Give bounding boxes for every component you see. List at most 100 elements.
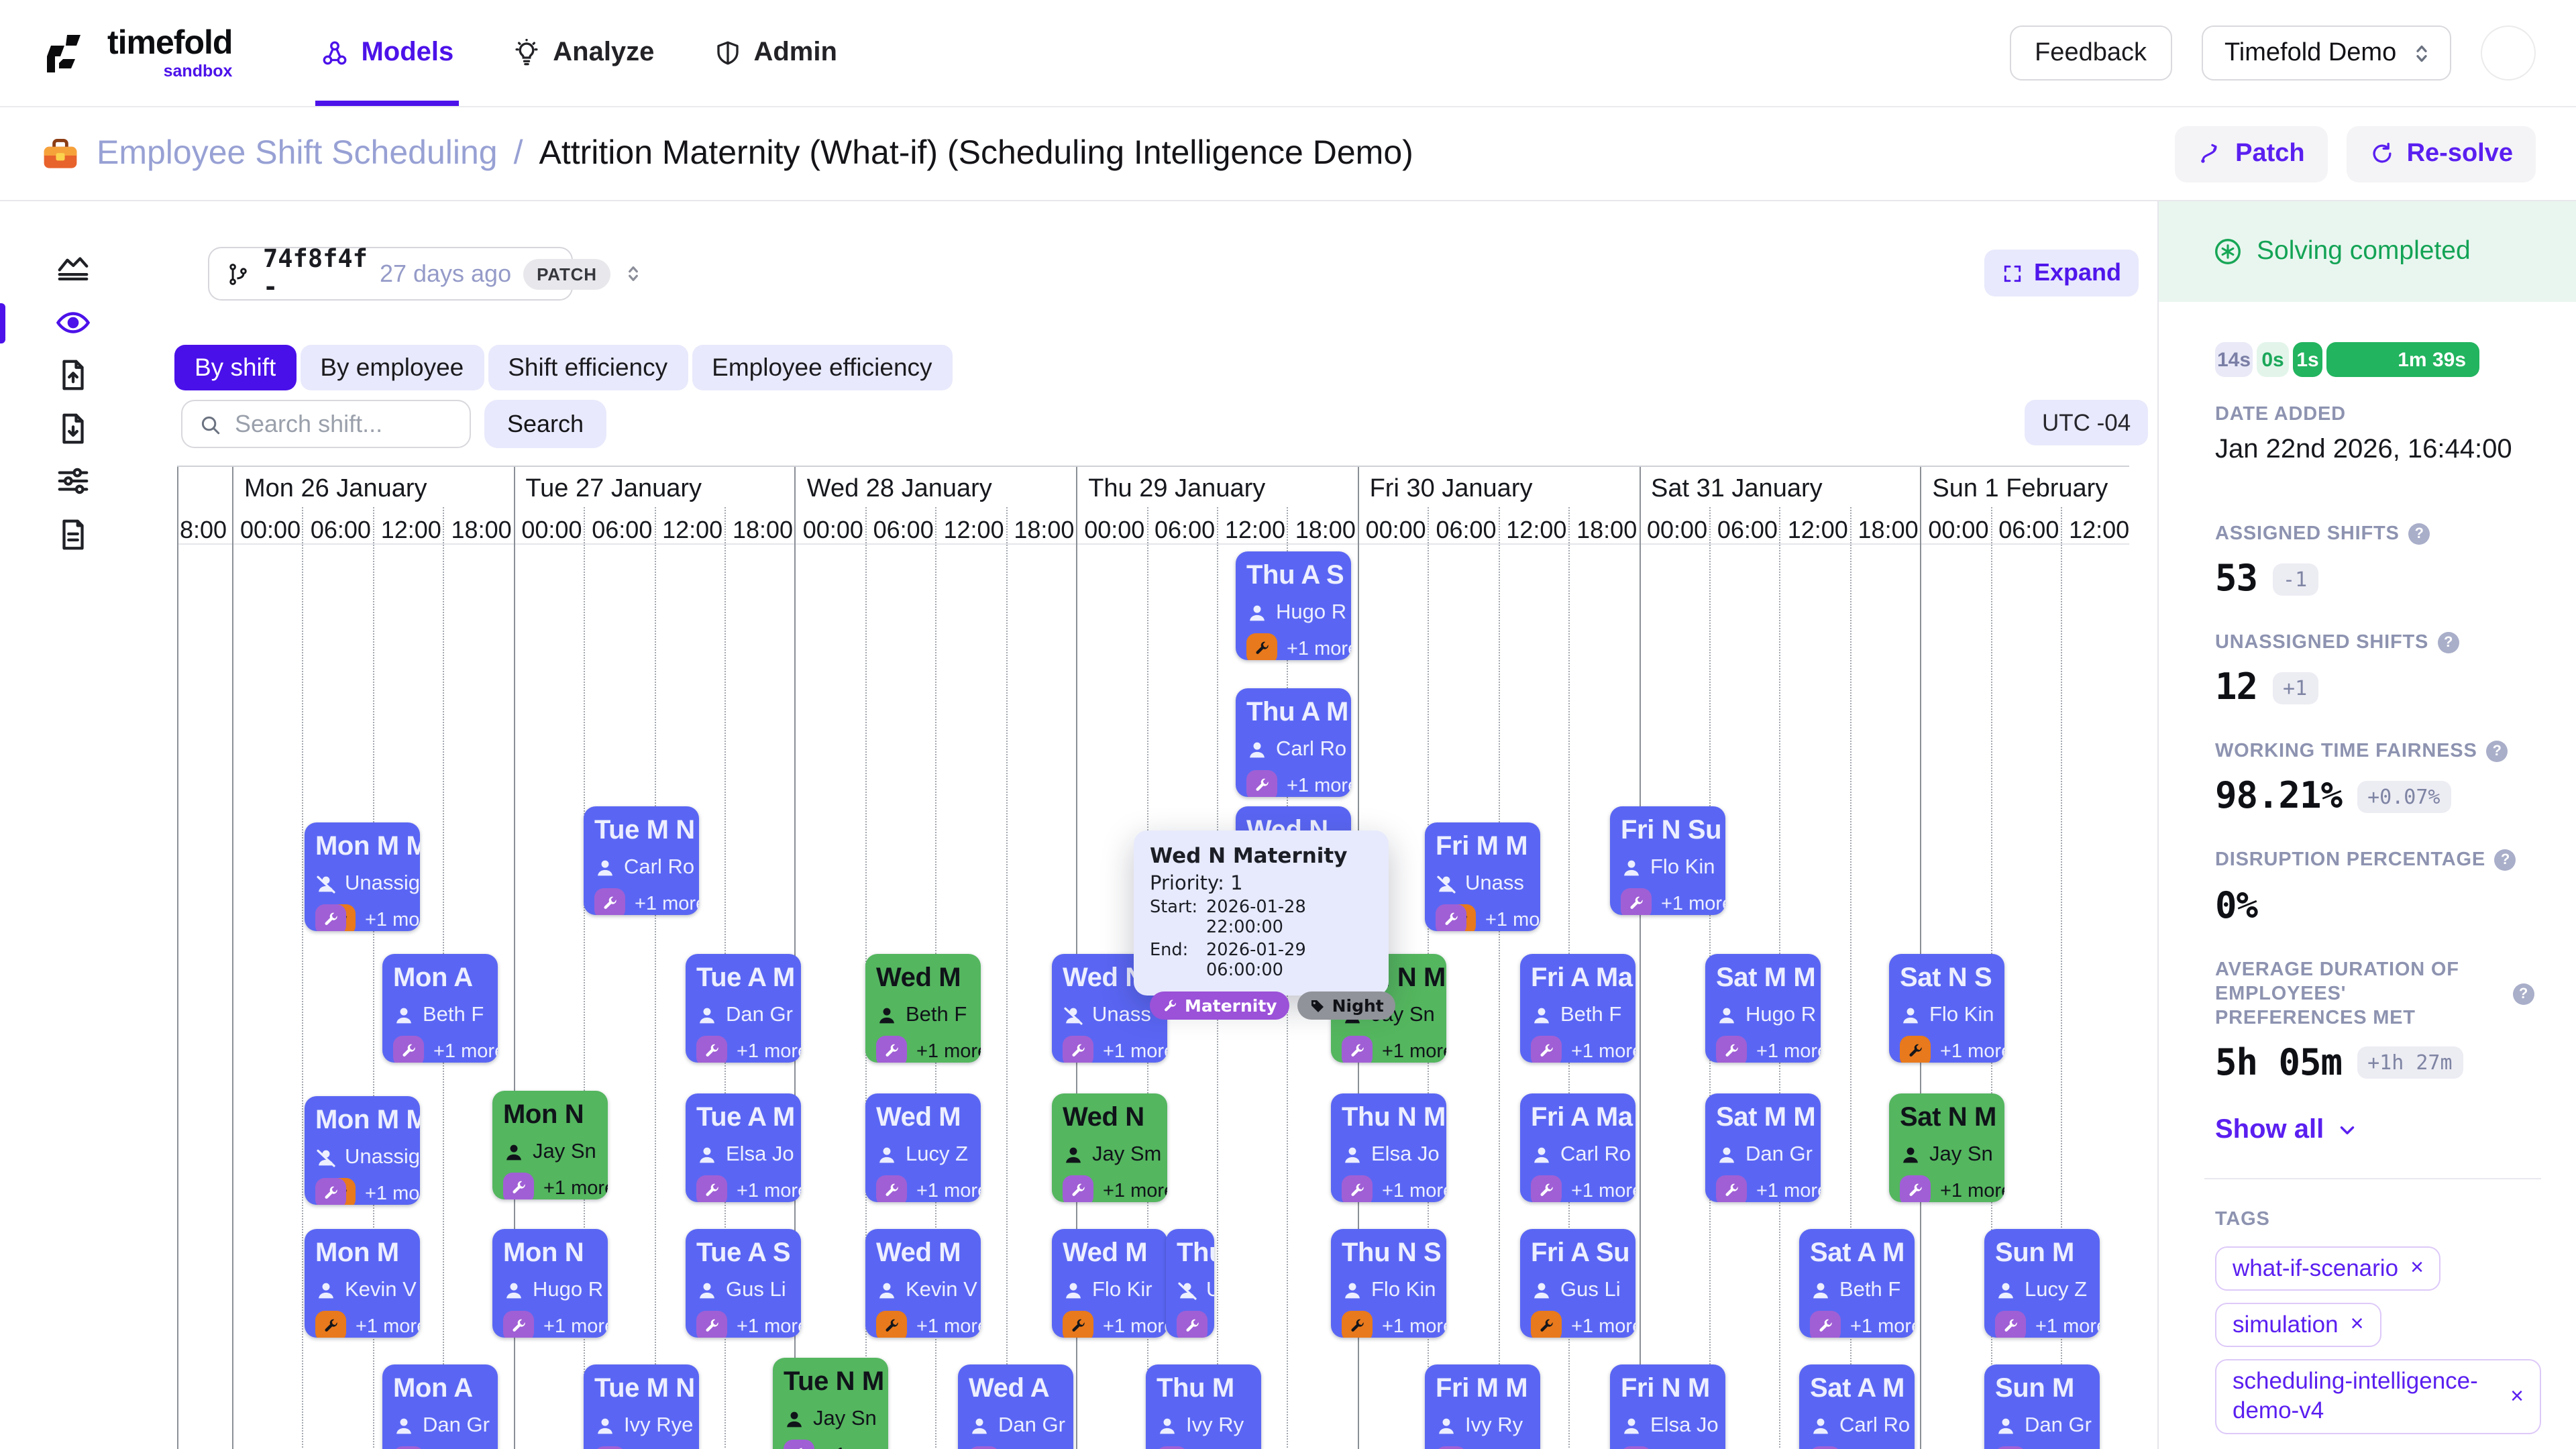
shift-card[interactable]: ThuU+ (1166, 1229, 1214, 1338)
shift-card[interactable]: Mon ADan Gr+1 more (382, 1364, 498, 1449)
shift-card[interactable]: Fri M MUnass+1 more (1425, 822, 1540, 931)
help-icon[interactable]: ? (2409, 523, 2430, 545)
shift-card[interactable]: Tue A MDan Gr+1 more (686, 954, 801, 1063)
shift-card[interactable]: Thu N SFlo Kin+1 more (1331, 1229, 1446, 1338)
tag-remove-icon[interactable]: × (2351, 1311, 2364, 1338)
tag-remove-icon[interactable]: × (2410, 1255, 2424, 1282)
shift-card[interactable]: Sat M MDan Gr+1 more (1705, 1093, 1821, 1202)
shift-assignee: Flo Kin (1900, 1004, 1994, 1028)
help-icon[interactable]: ? (2495, 850, 2516, 871)
shift-badges: +1 more (969, 1446, 1063, 1449)
shift-card[interactable]: Sat A MBeth F+1 more (1799, 1229, 1915, 1338)
shift-tag-badge-purple (594, 888, 625, 915)
tag-remove-icon[interactable]: × (2510, 1383, 2524, 1410)
shift-card[interactable]: Mon M MUnassig+1 more (305, 1096, 420, 1205)
shift-title: Fri N Su (1621, 816, 1715, 847)
shift-card[interactable]: Tue M NCarl Ro+1 more (584, 806, 699, 915)
shift-card[interactable]: Fri N SuFlo Kin+1 more (1610, 806, 1725, 915)
shift-card[interactable]: Tue N MJay Sn+1 more (773, 1358, 888, 1449)
shift-card[interactable]: Wed MKevin V+1 more (865, 1229, 981, 1338)
search-input[interactable] (181, 400, 471, 448)
shift-card[interactable]: Fri N MElsa Jo+1 more (1610, 1364, 1725, 1449)
tag-pill[interactable]: scheduling-intelligence-demo-v4× (2215, 1359, 2541, 1434)
tab-by-employee[interactable]: By employee (300, 345, 484, 390)
shift-card[interactable]: Mon ABeth F+1 more (382, 954, 498, 1063)
add-tag-button[interactable]: + (2215, 1439, 2541, 1449)
shift-card[interactable]: Tue A SGus Li+1 more (686, 1229, 801, 1338)
day-label: Thu 29 January (1088, 475, 1265, 504)
shift-badges: +1 more (784, 1440, 877, 1449)
shift-card[interactable]: Fri M MIvy Ry+1 more (1425, 1364, 1540, 1449)
shift-tag-badge-purple (393, 1036, 424, 1063)
shift-card[interactable]: Wed NJay Sm+1 more (1052, 1093, 1167, 1202)
shift-card[interactable]: Wed MBeth F+1 more (865, 954, 981, 1063)
shift-card[interactable]: Wed ADan Gr+1 more (958, 1364, 1073, 1449)
patch-button[interactable]: Patch (2175, 125, 2328, 182)
tab-by-shift[interactable]: By shift (174, 345, 296, 390)
shift-badges: +1 more (696, 1311, 790, 1338)
shift-card[interactable]: Fri A MaBeth F+1 more (1520, 954, 1635, 1063)
breadcrumb-model-link[interactable]: Employee Shift Scheduling (97, 134, 498, 173)
shift-card[interactable]: Sat A MCarl Ro+1 more (1799, 1364, 1915, 1449)
search-field[interactable] (232, 409, 452, 439)
timefold-logo[interactable]: timefold sandbox (40, 26, 232, 80)
shift-card[interactable]: Mon NJay Sn+1 more (492, 1091, 608, 1199)
sidebar-item-chart-icon[interactable] (55, 250, 93, 287)
shift-card[interactable]: Sun MLucy Z+1 more (1984, 1229, 2100, 1338)
shift-card[interactable]: Wed MLucy Z+1 more (865, 1093, 981, 1202)
shift-title: Mon M M (315, 832, 409, 863)
shift-card[interactable]: Thu A MCarl Ro+1 more (1236, 688, 1351, 797)
shift-card[interactable]: Mon M MUnassig+1 more (305, 822, 420, 931)
sidebar-item-file-up-icon[interactable] (55, 357, 93, 394)
shift-assignee-name: Jay Sn (813, 1407, 877, 1432)
person-icon (1810, 1280, 1831, 1301)
nav-item-models[interactable]: Models (321, 0, 453, 106)
tab-employee-efficiency[interactable]: Employee efficiency (692, 345, 952, 390)
search-button[interactable]: Search (484, 400, 606, 448)
resolve-button[interactable]: Re-solve (2347, 125, 2536, 182)
avatar[interactable] (2481, 25, 2536, 80)
timezone-badge[interactable]: UTC -04 (2025, 400, 2148, 445)
shift-card[interactable]: Sat N SFlo Kin+1 more (1889, 954, 2004, 1063)
tag-pill[interactable]: simulation× (2215, 1303, 2381, 1347)
shift-card[interactable]: Thu MIvy Ry+1 more (1146, 1364, 1261, 1449)
shift-card[interactable]: Sun MDan Gr+1 more (1984, 1364, 2100, 1449)
shift-card[interactable]: Tue A MElsa Jo+1 more (686, 1093, 801, 1202)
tag-pill[interactable]: what-if-scenario× (2215, 1246, 2441, 1291)
shift-badges: +1 more (1900, 1175, 1994, 1202)
sidebar-item-file-down-icon[interactable] (55, 411, 93, 448)
tab-shift-efficiency[interactable]: Shift efficiency (488, 345, 688, 390)
version-age: 27 days ago (380, 260, 511, 288)
shift-card[interactable]: Mon MKevin V+1 more (305, 1229, 420, 1338)
shift-card[interactable]: Wed MFlo Kir+1 more (1052, 1229, 1167, 1338)
wrench-icon (1907, 1182, 1924, 1199)
tooltip-priority: Priority: 1 (1150, 873, 1373, 895)
hour-label: 00:00 (1366, 517, 1426, 545)
expand-button[interactable]: Expand (1984, 250, 2139, 297)
hour-label: 00:00 (1084, 517, 1144, 545)
shift-card[interactable]: Tue M NIvy Rye+1 more (584, 1364, 699, 1449)
shift-card[interactable]: Mon NHugo R+1 more (492, 1229, 608, 1338)
nav-item-analyze[interactable]: Analyze (513, 0, 654, 106)
shift-card[interactable]: Thu A SHugo R+1 more (1236, 551, 1351, 660)
nav-item-admin[interactable]: Admin (713, 0, 837, 106)
shift-card[interactable]: Fri A SuGus Li+1 more (1520, 1229, 1635, 1338)
feedback-button[interactable]: Feedback (2009, 25, 2172, 80)
workspace-select[interactable]: Timefold Demo (San (2202, 25, 2451, 80)
shift-assignee: Elsa Jo (1342, 1143, 1436, 1167)
sidebar-item-sliders-icon[interactable] (55, 463, 93, 500)
shift-card[interactable]: Fri A MaCarl Ro+1 more (1520, 1093, 1635, 1202)
version-select[interactable]: 74f8f4f - 27 days ago PATCH (208, 247, 573, 301)
shift-assignee: Unass (1436, 872, 1529, 896)
help-icon[interactable]: ? (2487, 741, 2508, 763)
shift-card[interactable]: Thu N MElsa Jo+1 more (1331, 1093, 1446, 1202)
shift-card[interactable]: Sat N MJay Sn+1 more (1889, 1093, 2004, 1202)
sidebar-item-eye-icon[interactable] (55, 305, 93, 342)
help-icon[interactable]: ? (2513, 983, 2534, 1004)
shift-card[interactable]: Sat M MHugo R+1 more (1705, 954, 1821, 1063)
sidebar-item-doc-icon[interactable] (55, 517, 93, 554)
shift-badges: +1 more (1531, 1175, 1625, 1202)
show-all-link[interactable]: Show all (2215, 1115, 2541, 1146)
person-icon (1157, 1415, 1178, 1437)
help-icon[interactable]: ? (2438, 632, 2459, 653)
